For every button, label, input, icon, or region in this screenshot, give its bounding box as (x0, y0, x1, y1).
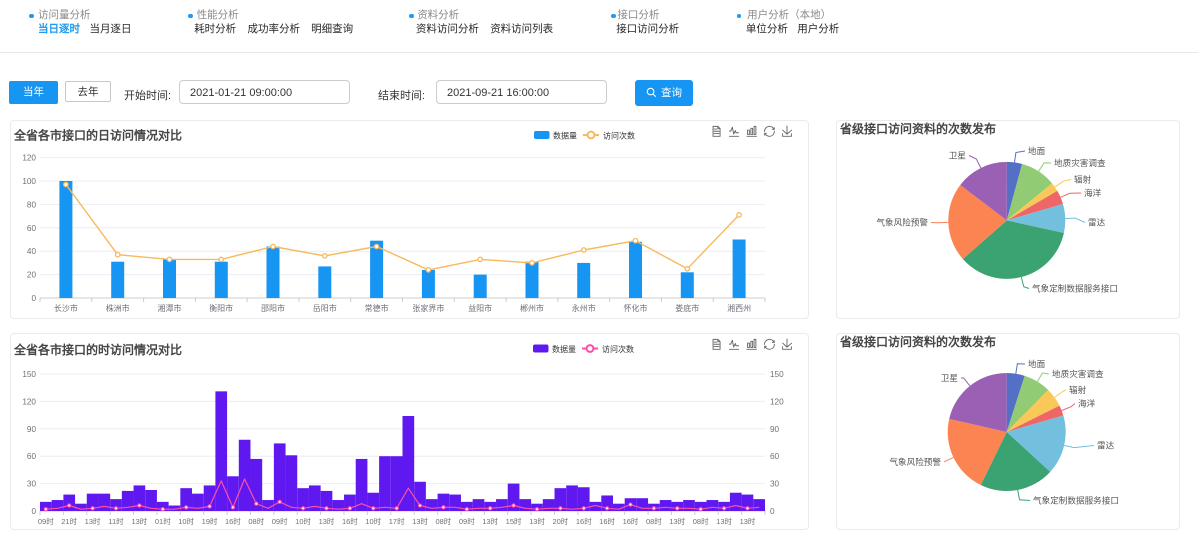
svg-text:0: 0 (31, 507, 36, 516)
svg-text:16时: 16时 (576, 516, 592, 526)
svg-text:地质灾害调查: 地质灾害调查 (1052, 368, 1104, 379)
svg-text:怀化市: 怀化市 (624, 303, 648, 313)
svg-text:20时: 20时 (552, 516, 568, 526)
svg-text:地面: 地面 (1028, 145, 1046, 156)
svg-text:地质灾害调查: 地质灾害调查 (1054, 157, 1106, 168)
svg-text:13时: 13时 (716, 516, 732, 526)
svg-text:省级接口访问资料的次数发布: 省级接口访问资料的次数发布 (839, 121, 996, 136)
svg-text:21时: 21时 (61, 516, 77, 526)
svg-text:省级接口访问资料的次数发布: 省级接口访问资料的次数发布 (839, 334, 996, 349)
svg-text:60: 60 (27, 452, 37, 461)
svg-text:长沙市: 长沙市 (54, 303, 78, 313)
svg-text:0: 0 (31, 294, 36, 303)
svg-text:10时: 10时 (178, 516, 194, 526)
svg-text:13时: 13时 (85, 516, 101, 526)
svg-text:08时: 08时 (435, 516, 451, 526)
svg-text:10时: 10时 (365, 516, 381, 526)
svg-text:13时: 13时 (740, 516, 756, 526)
svg-text:15时: 15时 (506, 516, 522, 526)
svg-text:08时: 08时 (646, 516, 662, 526)
svg-text:辐射: 辐射 (1074, 174, 1092, 185)
svg-text:08时: 08时 (693, 516, 709, 526)
svg-text:邵阳市: 邵阳市 (261, 303, 285, 313)
svg-text:雷达: 雷达 (1097, 440, 1115, 451)
svg-text:40: 40 (27, 247, 37, 256)
svg-text:30: 30 (27, 480, 37, 489)
svg-text:80: 80 (27, 200, 37, 209)
svg-text:地面: 地面 (1028, 358, 1046, 369)
svg-text:08时: 08时 (248, 516, 264, 526)
svg-text:09时: 09时 (459, 516, 475, 526)
svg-text:90: 90 (27, 425, 37, 434)
svg-text:气象定制数据服务接口: 气象定制数据服务接口 (1032, 283, 1118, 294)
svg-text:16时: 16时 (225, 516, 241, 526)
svg-text:13时: 13时 (669, 516, 685, 526)
svg-text:20: 20 (27, 271, 37, 280)
svg-text:访问次数: 访问次数 (603, 131, 635, 141)
svg-text:海洋: 海洋 (1078, 398, 1096, 409)
svg-text:13时: 13时 (412, 516, 428, 526)
svg-text:数据量: 数据量 (552, 344, 576, 354)
svg-text:益阳市: 益阳市 (468, 303, 492, 313)
svg-text:气象风险预警: 气象风险预警 (889, 456, 941, 467)
svg-text:60: 60 (770, 452, 780, 461)
svg-text:永州市: 永州市 (572, 303, 596, 313)
svg-text:13时: 13时 (131, 516, 147, 526)
svg-text:海洋: 海洋 (1084, 187, 1102, 198)
svg-text:01时: 01时 (155, 516, 171, 526)
svg-text:100: 100 (22, 177, 36, 186)
svg-text:16时: 16时 (342, 516, 358, 526)
svg-text:郴州市: 郴州市 (520, 303, 544, 313)
svg-text:19时: 19时 (202, 516, 218, 526)
svg-text:11时: 11时 (108, 516, 124, 526)
svg-text:卫星: 卫星 (941, 373, 959, 383)
svg-text:90: 90 (770, 425, 780, 434)
svg-text:120: 120 (22, 397, 36, 406)
svg-text:0: 0 (770, 507, 775, 516)
svg-text:10时: 10时 (295, 516, 311, 526)
svg-text:09时: 09时 (272, 516, 288, 526)
svg-text:访问次数: 访问次数 (602, 344, 634, 354)
svg-text:气象风险预警: 气象风险预警 (876, 217, 928, 228)
svg-text:张家界市: 张家界市 (412, 303, 444, 313)
svg-text:120: 120 (770, 397, 784, 406)
svg-text:湘潭市: 湘潭市 (158, 303, 182, 313)
svg-text:120: 120 (22, 154, 36, 163)
svg-text:150: 150 (770, 370, 784, 379)
svg-text:数据量: 数据量 (553, 131, 577, 141)
svg-text:09时: 09时 (38, 516, 54, 526)
svg-text:13时: 13时 (482, 516, 498, 526)
svg-text:150: 150 (22, 370, 36, 379)
svg-text:13时: 13时 (319, 516, 335, 526)
svg-text:衡阳市: 衡阳市 (209, 303, 233, 313)
svg-text:卫星: 卫星 (949, 151, 967, 161)
svg-text:株洲市: 株洲市 (106, 303, 130, 313)
svg-text:气象定制数据服务接口: 气象定制数据服务接口 (1033, 495, 1119, 506)
svg-text:辐射: 辐射 (1069, 384, 1087, 395)
svg-text:13时: 13时 (529, 516, 545, 526)
svg-text:娄底市: 娄底市 (675, 303, 699, 313)
svg-text:常德市: 常德市 (365, 303, 389, 313)
svg-text:60: 60 (27, 224, 37, 233)
svg-text:全省各市接口的日访问情况对比: 全省各市接口的日访问情况对比 (13, 128, 182, 143)
svg-text:湘西州: 湘西州 (727, 303, 751, 313)
svg-text:17时: 17时 (389, 516, 405, 526)
svg-text:雷达: 雷达 (1088, 217, 1106, 228)
svg-text:30: 30 (770, 480, 780, 489)
svg-text:岳阳市: 岳阳市 (313, 303, 337, 313)
svg-text:16时: 16时 (599, 516, 615, 526)
svg-text:全省各市接口的时访问情况对比: 全省各市接口的时访问情况对比 (13, 342, 182, 357)
svg-text:16时: 16时 (623, 516, 639, 526)
